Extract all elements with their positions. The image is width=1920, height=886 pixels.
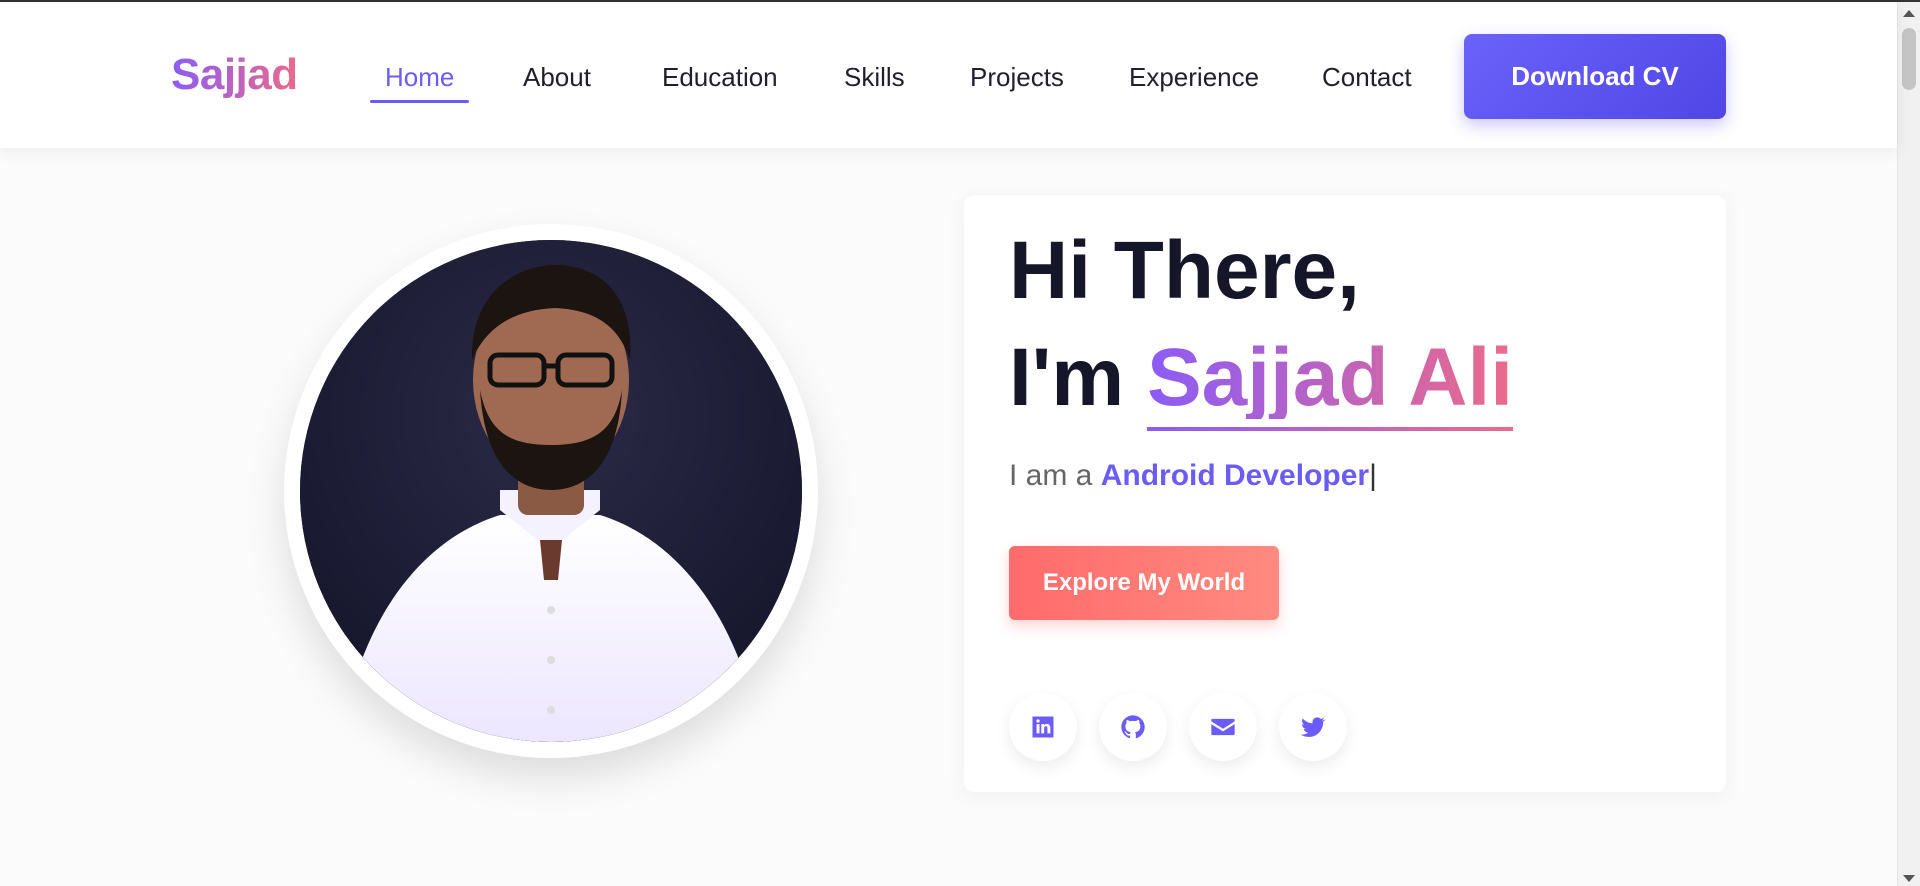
scroll-thumb[interactable] — [1902, 28, 1916, 90]
email-icon — [1211, 718, 1235, 736]
site-logo[interactable]: Sajjad — [171, 50, 298, 100]
hero-name-text: Sajjad Ali — [1146, 332, 1514, 423]
scroll-down-arrow-icon[interactable] — [1903, 875, 1915, 882]
profile-photo-frame — [284, 224, 818, 758]
site-header: Sajjad Home About Education Skills Proje… — [0, 2, 1897, 148]
email-link[interactable] — [1189, 693, 1257, 761]
twitter-link[interactable] — [1279, 693, 1347, 761]
nav-item-projects[interactable]: Projects — [970, 62, 1064, 93]
linkedin-icon — [1032, 716, 1054, 738]
page-scrollbar[interactable] — [1897, 2, 1920, 886]
hero-name-line: I'm Sajjad Ali — [1009, 337, 1514, 431]
nav-item-experience[interactable]: Experience — [1129, 62, 1259, 93]
hero-card: Hi There, I'm Sajjad Ali I am a Android … — [964, 195, 1726, 792]
github-link[interactable] — [1099, 693, 1167, 761]
linkedin-link[interactable] — [1009, 693, 1077, 761]
nav-item-home[interactable]: Home — [369, 62, 470, 103]
twitter-icon — [1300, 717, 1326, 737]
github-icon — [1121, 715, 1145, 739]
download-cv-button[interactable]: Download CV — [1464, 34, 1726, 119]
hero-greeting: Hi There, — [1009, 225, 1360, 316]
hero-name: Sajjad Ali — [1146, 337, 1514, 431]
explore-my-world-button[interactable]: Explore My World — [1009, 546, 1279, 620]
hero-role-line: I am a Android Developer| — [1009, 459, 1377, 493]
nav-item-contact[interactable]: Contact — [1322, 62, 1412, 93]
scroll-up-arrow-icon[interactable] — [1903, 10, 1915, 17]
hero-name-underline — [1146, 427, 1514, 431]
nav-item-education[interactable]: Education — [662, 62, 778, 93]
typing-cursor: | — [1369, 459, 1377, 492]
profile-portrait-illustration — [300, 240, 802, 742]
nav-item-about[interactable]: About — [523, 62, 591, 93]
nav-item-skills[interactable]: Skills — [844, 62, 905, 93]
profile-photo — [300, 240, 802, 742]
hero-role: Android Developer — [1100, 459, 1370, 492]
hero-role-prefix: I am a — [1009, 459, 1101, 492]
hero-name-prefix: I'm — [1009, 332, 1147, 423]
